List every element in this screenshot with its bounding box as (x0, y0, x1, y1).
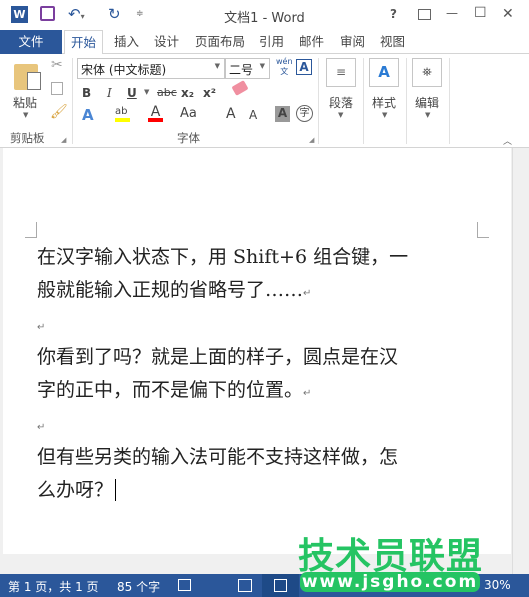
format-painter-icon[interactable]: 🖌 (50, 104, 68, 120)
margin-corner (25, 222, 37, 238)
text-line: 么办呀？ (37, 475, 123, 502)
clear-formatting-icon[interactable] (231, 80, 249, 96)
text-line: ↵ (37, 422, 46, 433)
tab-file[interactable]: 文件 (0, 30, 62, 54)
zoom-level[interactable]: 30% (484, 578, 511, 592)
title-bar: W ↶▾ ↻ ≑ 文档1 - Word ? — ☐ ✕ (0, 0, 529, 30)
strikethrough-button[interactable]: abc (157, 86, 177, 99)
help-button[interactable]: ? (390, 7, 397, 21)
tab-review[interactable]: 审阅 (334, 30, 371, 54)
margin-corner (477, 222, 489, 238)
character-shading-button[interactable]: A (275, 106, 290, 122)
vertical-scrollbar[interactable] (512, 148, 529, 574)
tab-view[interactable]: 视图 (374, 30, 411, 54)
text-line: 你看到了吗？就是上面的样子，圆点是在汉 (37, 346, 399, 368)
font-size-select[interactable]: 二号 ▼ (225, 58, 270, 79)
font-name-select[interactable]: 宋体 (中文标题) ▼ (77, 58, 225, 79)
print-layout-icon[interactable] (262, 574, 299, 597)
chevron-down-icon: ▼ (259, 62, 265, 70)
tab-home[interactable]: 开始 (64, 30, 104, 55)
text-line: 般就能输入正规的省略号了……↵ (37, 279, 312, 301)
tab-mailings[interactable]: 邮件 (293, 30, 330, 54)
ribbon-tabs: 文件 开始 插入 设计 页面布局 引用 邮件 审阅 视图 (0, 30, 529, 55)
tab-references[interactable]: 引用 (253, 30, 290, 54)
font-size-value: 二号 (229, 63, 254, 77)
text-cursor (115, 479, 123, 501)
text-line: 在汉字输入状态下，用 Shift+6 组合键，一 (37, 246, 409, 268)
grow-font-button[interactable]: A (226, 106, 236, 122)
font-color-icon[interactable]: A (148, 105, 163, 122)
text-line: ↵ (37, 322, 46, 333)
tab-design[interactable]: 设计 (148, 30, 185, 54)
shrink-font-button[interactable]: A (249, 108, 257, 122)
page-count[interactable]: 第 1 页，共 1 页 (8, 578, 99, 595)
find-binoculars-icon[interactable]: ⛯ (412, 58, 442, 87)
text-line: 但有些另类的输入法可能不支持这样做，怎 (37, 446, 399, 468)
ribbon-display-button[interactable] (418, 9, 431, 20)
subscript-button[interactable]: x₂ (181, 86, 194, 100)
editing-button[interactable]: 编辑 (415, 94, 439, 111)
read-mode-icon[interactable] (238, 579, 252, 592)
bold-button[interactable]: B (82, 86, 91, 100)
chevron-down-icon[interactable]: ▼ (382, 111, 387, 119)
chevron-down-icon[interactable]: ▼ (144, 88, 149, 96)
chevron-down-icon: ▼ (214, 62, 220, 70)
font-name-value: 宋体 (中文标题) (81, 63, 167, 77)
dialog-launcher-icon[interactable]: ◢ (61, 136, 66, 144)
phonetic-guide-icon[interactable]: wén 文 (276, 57, 293, 77)
paste-dropdown-icon[interactable]: ▼ (23, 111, 28, 119)
enclose-characters-button[interactable]: 字 (296, 105, 313, 122)
tab-layout[interactable]: 页面布局 (189, 30, 251, 54)
word-count[interactable]: 85 个字 (117, 578, 160, 595)
collapse-ribbon-icon[interactable]: ︿ (503, 134, 512, 147)
superscript-button[interactable]: x² (203, 86, 216, 100)
chevron-down-icon[interactable]: ▼ (338, 111, 343, 119)
maximize-button[interactable]: ☐ (474, 5, 487, 21)
tab-insert[interactable]: 插入 (108, 30, 145, 54)
copy-icon[interactable] (51, 82, 63, 95)
proofing-icon[interactable] (178, 579, 191, 591)
dialog-launcher-icon[interactable]: ◢ (309, 136, 314, 144)
chevron-down-icon[interactable]: ▼ (425, 111, 430, 119)
change-case-button[interactable]: Aa (180, 106, 197, 121)
styles-icon[interactable]: A (369, 58, 399, 87)
cut-icon[interactable]: ✂ (51, 57, 63, 73)
document-area: 在汉字输入状态下，用 Shift+6 组合键，一 般就能输入正规的省略号了……↵… (0, 148, 529, 574)
document-page[interactable]: 在汉字输入状态下，用 Shift+6 组合键，一 般就能输入正规的省略号了……↵… (3, 148, 511, 554)
paragraph-button[interactable]: 段落 (329, 94, 353, 111)
minimize-button[interactable]: — (446, 6, 458, 20)
watermark-url: www.jsgho.com (300, 572, 480, 592)
font-group-label: 字体 (177, 131, 200, 145)
highlight-icon[interactable]: ab (115, 106, 130, 122)
paste-button[interactable]: 粘贴 (13, 94, 37, 111)
underline-button[interactable]: U (127, 86, 137, 100)
text-line: 字的正中，而不是偏下的位置。↵ (37, 379, 312, 401)
ribbon: 粘贴 ▼ ✂ 🖌 剪贴板 ◢ 宋体 (中文标题) ▼ 二号 ▼ wén 文 A B I… (0, 54, 529, 148)
italic-button[interactable]: I (107, 86, 112, 100)
clipboard-group-label: 剪贴板 (10, 131, 45, 145)
close-button[interactable]: ✕ (502, 6, 514, 22)
paste-icon[interactable] (14, 64, 41, 90)
styles-button[interactable]: 样式 (372, 94, 396, 111)
text-effects-icon[interactable]: A (82, 106, 94, 124)
character-border-icon[interactable]: A (296, 59, 312, 75)
paragraph-icon[interactable]: ≡ (326, 58, 356, 87)
